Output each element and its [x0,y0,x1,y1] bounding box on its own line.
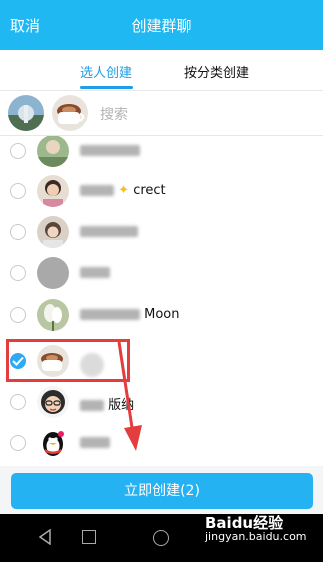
watermark: Baidu经验 jingyan.baidu.com [205,514,307,544]
contact-name [80,224,138,239]
select-radio[interactable] [10,143,26,159]
list-item[interactable]: 版纳 [0,383,323,423]
select-radio[interactable] [10,394,26,410]
list-item[interactable] [0,424,323,464]
arrow-annotation-icon [117,341,142,451]
selected-members-bar: 搜索 [0,91,323,136]
select-radio[interactable] [10,265,26,281]
contact-name [80,265,110,280]
selected-avatar[interactable] [8,95,44,131]
tab-by-category[interactable]: 按分类创建 [184,62,249,81]
home-icon[interactable] [153,530,169,546]
list-item[interactable] [0,136,323,172]
tab-bar: 选人创建 按分类创建 [0,50,323,91]
recent-apps-icon[interactable] [82,530,96,544]
search-input[interactable]: 搜索 [100,104,128,124]
select-radio[interactable] [10,224,26,240]
avatar [37,216,69,248]
title-bar: 取消 创建群聊 [0,0,323,50]
select-radio[interactable] [10,435,26,451]
list-item[interactable]: Moon [0,296,323,336]
contact-name [80,143,140,158]
tab-select-people[interactable]: 选人创建 [80,62,132,81]
avatar [37,257,69,289]
contact-name: Moon [80,307,180,322]
selected-avatar[interactable] [52,95,88,131]
avatar [37,427,69,459]
list-item[interactable]: ✦ crect [0,172,323,212]
create-group-button[interactable]: 立即创建(2) [11,473,313,509]
contact-list: ✦ crect Moon 版纳 [0,136,323,466]
select-radio[interactable] [10,183,26,199]
avatar [37,136,69,167]
contact-name [80,435,110,450]
back-icon[interactable] [38,529,52,545]
list-item[interactable] [0,213,323,253]
avatar [37,386,69,418]
contact-name: ✦ crect [80,183,166,198]
avatar [37,175,69,207]
active-tab-indicator [80,86,133,89]
select-radio[interactable] [10,307,26,323]
avatar [37,299,69,331]
page-title: 创建群聊 [131,17,192,35]
list-item[interactable] [0,254,323,294]
